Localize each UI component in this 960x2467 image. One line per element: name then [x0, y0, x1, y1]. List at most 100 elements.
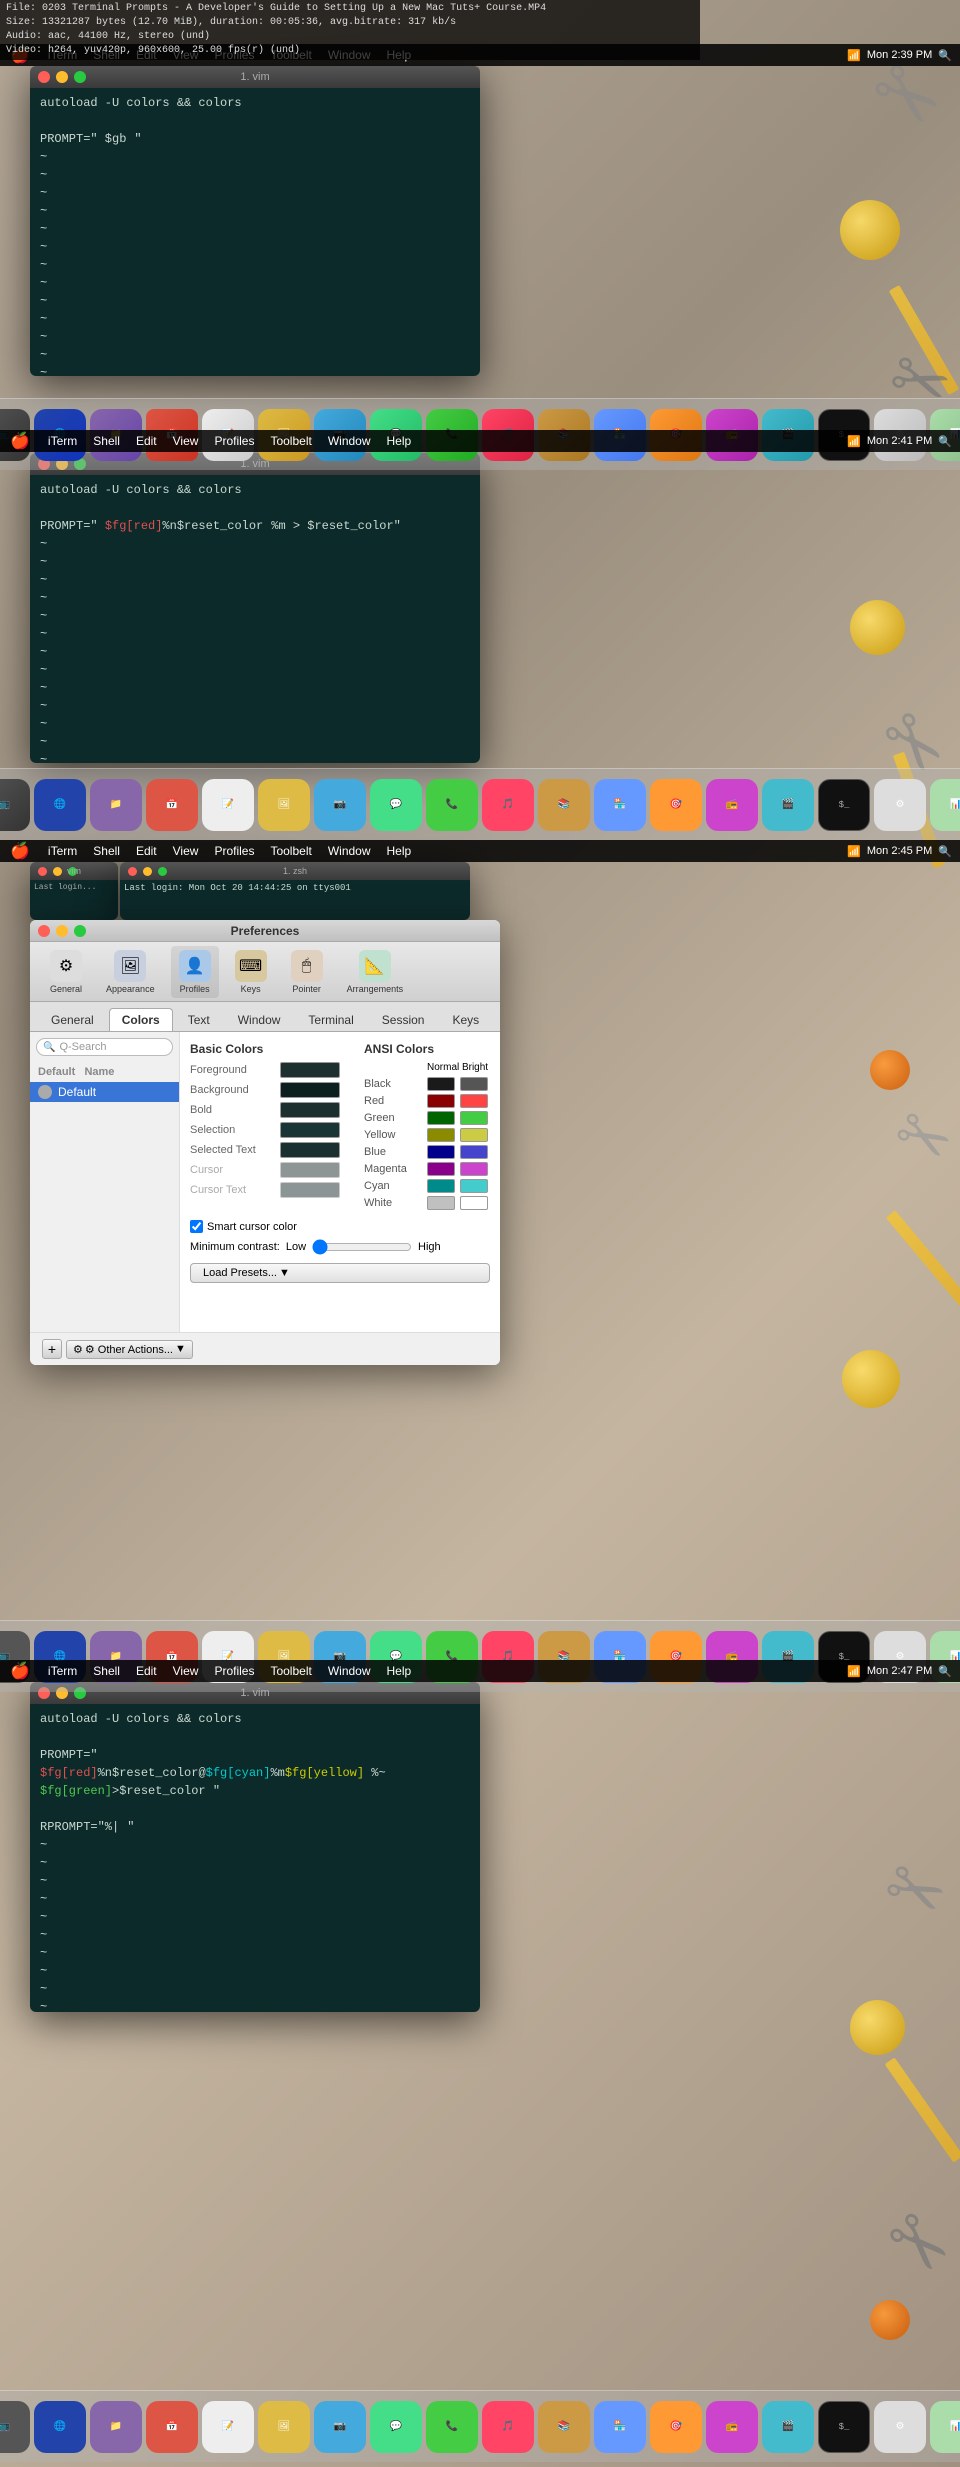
ansi-bright-magenta[interactable] — [460, 1162, 488, 1176]
prefs-tab-window[interactable]: Window — [225, 1008, 294, 1031]
menu-toolbelt-2[interactable]: Toolbelt — [262, 434, 319, 448]
close-btn-small[interactable] — [38, 867, 47, 876]
prefs-other-actions-btn[interactable]: ⚙ ⚙ Other Actions... ▼ — [66, 1340, 193, 1359]
terminal-body-4[interactable]: autoload -U colors && colors PROMPT=" $f… — [30, 1704, 480, 2012]
maximize-btn-zsh[interactable] — [158, 867, 167, 876]
dock-icon-9-4[interactable]: 💬 — [370, 2401, 422, 2453]
search-icon-2[interactable]: 🔍 — [938, 435, 952, 448]
dock-icon-term-2[interactable]: $_ — [818, 779, 870, 831]
terminal-body-2[interactable]: autoload -U colors && colors PROMPT=" $f… — [30, 475, 480, 763]
prefs-arrangements-btn[interactable]: 📐 Arrangements — [339, 946, 412, 998]
menu-iterm-3[interactable]: iTerm — [40, 844, 85, 858]
menu-window-2[interactable]: Window — [320, 434, 379, 448]
min-contrast-slider[interactable] — [312, 1239, 412, 1255]
dock-icon-11-4[interactable]: 🎵 — [482, 2401, 534, 2453]
ansi-bright-red[interactable] — [460, 1094, 488, 1108]
traffic-lights-1[interactable] — [38, 71, 86, 83]
apple-menu-3[interactable]: 🍎 — [0, 841, 40, 861]
color-swatch-sel-text[interactable] — [280, 1142, 340, 1158]
minimize-btn-prefs[interactable] — [56, 925, 68, 937]
dock-icon-6-4[interactable]: 📝 — [202, 2401, 254, 2453]
minimize-btn-small[interactable] — [53, 867, 62, 876]
dock-icon-8-4[interactable]: 📷 — [314, 2401, 366, 2453]
prefs-appearance-btn[interactable]: 🖼 Appearance — [98, 946, 163, 998]
color-swatch-bg[interactable] — [280, 1082, 340, 1098]
apple-menu-4[interactable]: 🍎 — [0, 1661, 40, 1681]
dock-icon-4-2[interactable]: 📁 — [90, 779, 142, 831]
traffic-lights-prefs[interactable] — [38, 925, 86, 937]
dock-icon-term-4[interactable]: $_ — [818, 2401, 870, 2453]
menu-profiles-3[interactable]: Profiles — [206, 844, 262, 858]
close-btn-prefs[interactable] — [38, 925, 50, 937]
search-icon-1[interactable]: 🔍 — [938, 49, 952, 62]
prefs-tab-keys[interactable]: Keys — [439, 1008, 492, 1031]
dock-icon-7-4[interactable]: 🖼 — [258, 2401, 310, 2453]
prefs-add-profile-btn[interactable]: + — [42, 1339, 62, 1359]
smart-cursor-checkbox[interactable] — [190, 1220, 203, 1233]
menu-edit-4[interactable]: Edit — [128, 1664, 165, 1678]
close-btn-1[interactable] — [38, 71, 50, 83]
minimize-btn-zsh[interactable] — [143, 867, 152, 876]
menu-edit-2[interactable]: Edit — [128, 434, 165, 448]
prefs-pointer-btn[interactable]: 🖱 Pointer — [283, 946, 331, 998]
apple-menu-2[interactable]: 🍎 — [0, 431, 40, 451]
dock-icon-6-2[interactable]: 📝 — [202, 779, 254, 831]
dock-icon-18-2[interactable]: ⚙ — [874, 779, 926, 831]
menu-view-2[interactable]: View — [165, 434, 207, 448]
terminal-body-1[interactable]: autoload -U colors && colors PROMPT=" $g… — [30, 88, 480, 376]
prefs-tab-text[interactable]: Text — [175, 1008, 223, 1031]
menu-view-3[interactable]: View — [165, 844, 207, 858]
prefs-sidebar-item-default[interactable]: Default — [30, 1082, 179, 1102]
ansi-normal-black[interactable] — [427, 1077, 455, 1091]
menu-shell-2[interactable]: Shell — [85, 434, 128, 448]
prefs-tab-advanced[interactable]: Advanced — [494, 1008, 500, 1031]
ansi-normal-green[interactable] — [427, 1111, 455, 1125]
maximize-btn-1[interactable] — [74, 71, 86, 83]
dock-icon-18-4[interactable]: ⚙ — [874, 2401, 926, 2453]
color-swatch-selection[interactable] — [280, 1122, 340, 1138]
dock-icon-3-2[interactable]: 🌐 — [34, 779, 86, 831]
menu-profiles-2[interactable]: Profiles — [206, 434, 262, 448]
menu-shell-4[interactable]: Shell — [85, 1664, 128, 1678]
maximize-btn-prefs[interactable] — [74, 925, 86, 937]
search-icon-3[interactable]: 🔍 — [938, 845, 952, 858]
dock-icon-15-2[interactable]: 📻 — [706, 779, 758, 831]
ansi-normal-magenta[interactable] — [427, 1162, 455, 1176]
menu-window-3[interactable]: Window — [320, 844, 379, 858]
minimize-btn-1[interactable] — [56, 71, 68, 83]
menu-help-4[interactable]: Help — [379, 1664, 420, 1678]
menu-edit-3[interactable]: Edit — [128, 844, 165, 858]
dock-icon-2-2[interactable]: 📺 — [0, 779, 30, 831]
ansi-bright-cyan[interactable] — [460, 1179, 488, 1193]
load-presets-button[interactable]: Load Presets... ▼ — [190, 1263, 490, 1283]
search-icon-4[interactable]: 🔍 — [938, 1665, 952, 1678]
dock-icon-19-4[interactable]: 📊 — [930, 2401, 960, 2453]
menu-help-3[interactable]: Help — [379, 844, 420, 858]
ansi-bright-yellow[interactable] — [460, 1128, 488, 1142]
dock-icon-4-4[interactable]: 📁 — [90, 2401, 142, 2453]
dock-icon-16-2[interactable]: 🎬 — [762, 779, 814, 831]
prefs-search-box[interactable]: 🔍 Q-Search — [36, 1038, 173, 1056]
menu-window-4[interactable]: Window — [320, 1664, 379, 1678]
prefs-tab-general[interactable]: General — [38, 1008, 107, 1031]
close-btn-zsh[interactable] — [128, 867, 137, 876]
ansi-normal-yellow[interactable] — [427, 1128, 455, 1142]
prefs-tab-session[interactable]: Session — [369, 1008, 438, 1031]
menu-toolbelt-4[interactable]: Toolbelt — [262, 1664, 319, 1678]
dock-icon-2-4[interactable]: 📺 — [0, 2401, 30, 2453]
terminal-body-zsh[interactable]: Last login: Mon Oct 20 14:44:25 on ttys0… — [120, 880, 470, 920]
dock-icon-12-2[interactable]: 📚 — [538, 779, 590, 831]
ansi-bright-black[interactable] — [460, 1077, 488, 1091]
prefs-tab-terminal[interactable]: Terminal — [295, 1008, 366, 1031]
menu-iterm-4[interactable]: iTerm — [40, 1664, 85, 1678]
dock-icon-19-2[interactable]: 📊 — [930, 779, 960, 831]
dock-icon-11-2[interactable]: 🎵 — [482, 779, 534, 831]
dock-icon-10-4[interactable]: 📞 — [426, 2401, 478, 2453]
dock-icon-13-4[interactable]: 🏪 — [594, 2401, 646, 2453]
dock-icon-13-2[interactable]: 🏪 — [594, 779, 646, 831]
dock-icon-14-2[interactable]: 🎯 — [650, 779, 702, 831]
ansi-normal-red[interactable] — [427, 1094, 455, 1108]
dock-icon-12-4[interactable]: 📚 — [538, 2401, 590, 2453]
menu-view-4[interactable]: View — [165, 1664, 207, 1678]
ansi-bright-green[interactable] — [460, 1111, 488, 1125]
